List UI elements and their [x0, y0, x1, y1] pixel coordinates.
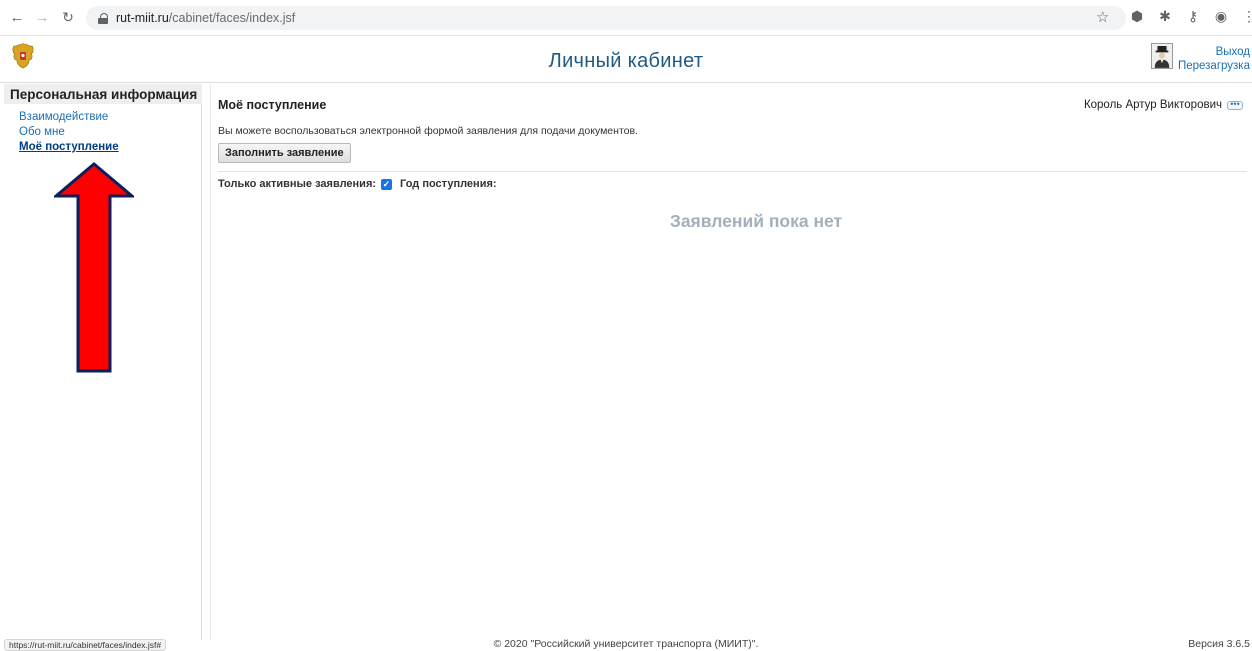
back-arrow-icon[interactable]: ← — [6, 7, 28, 29]
empty-state-message: Заявлений пока нет — [669, 211, 843, 231]
year-filter-label: Год поступления: — [400, 178, 497, 190]
reload-icon[interactable]: ↻ — [57, 7, 79, 29]
footer: https://rut-miit.ru/cabinet/faces/index.… — [0, 638, 1252, 651]
fill-application-button[interactable]: Заполнить заявление — [218, 143, 351, 163]
sidebar-item-my-admission[interactable]: Моё поступление — [19, 140, 201, 155]
info-text: Вы можете воспользоваться электронной фо… — [218, 125, 638, 137]
checkmark-icon: ✓ — [382, 178, 391, 189]
copyright: © 2020 "Российский университет транспорт… — [493, 638, 759, 650]
menu-dots-icon[interactable]: ⋮ — [1242, 8, 1252, 25]
logout-link[interactable]: Выход — [1178, 45, 1250, 59]
sidebar-item-interaction[interactable]: Взаимодействие — [19, 110, 201, 125]
user-name: Король Артур Викторович — [1083, 99, 1222, 111]
avatar[interactable] — [1151, 43, 1173, 69]
sidebar-menu: Взаимодействие Обо мне Моё поступление — [4, 104, 201, 155]
active-filter-label: Только активные заявления: — [218, 178, 377, 190]
bookmark-star-icon[interactable]: ☆ — [1096, 8, 1109, 26]
version: Версия 3.6.5 — [1188, 638, 1250, 650]
more-options-button[interactable]: ••• — [1227, 100, 1243, 110]
section-title: Моё поступление — [218, 98, 327, 112]
shield-extension-icon[interactable]: ⬢ — [1130, 8, 1144, 25]
url-host: rut-miit.ru — [116, 11, 169, 25]
sidebar-item-about-me[interactable]: Обо мне — [19, 125, 201, 140]
main-content: Моё поступление Король Артур Викторович … — [210, 84, 1250, 640]
key-icon[interactable]: ⚷ — [1186, 8, 1200, 25]
filter-row: Только активные заявления: ✓ Год поступл… — [218, 178, 497, 190]
address-bar[interactable]: rut-miit.ru/cabinet/faces/index.jsf — [86, 6, 1126, 30]
puzzle-extension-icon[interactable]: ✱ — [1158, 8, 1172, 25]
app-header: Личный кабинет Выход Перезагрузка — [0, 37, 1252, 83]
reload-link[interactable]: Перезагрузка — [1178, 59, 1250, 73]
forward-arrow-icon[interactable]: → — [31, 7, 53, 29]
url-path: /cabinet/faces/index.jsf — [168, 11, 296, 25]
active-filter-checkbox[interactable]: ✓ — [381, 178, 393, 190]
profile-icon[interactable]: ◉ — [1214, 8, 1228, 25]
divider — [218, 171, 1247, 172]
header-links: Выход Перезагрузка — [1178, 45, 1250, 73]
extension-icons: ⬢ ✱ ⚷ ◉ ⋮ — [1130, 8, 1252, 25]
lock-icon — [98, 12, 108, 24]
browser-toolbar: ← → ↻ rut-miit.ru/cabinet/faces/index.js… — [0, 0, 1252, 36]
page-title: Личный кабинет — [548, 50, 704, 72]
red-arrow-annotation — [54, 162, 134, 373]
sidebar-heading: Персональная информация — [4, 84, 202, 104]
